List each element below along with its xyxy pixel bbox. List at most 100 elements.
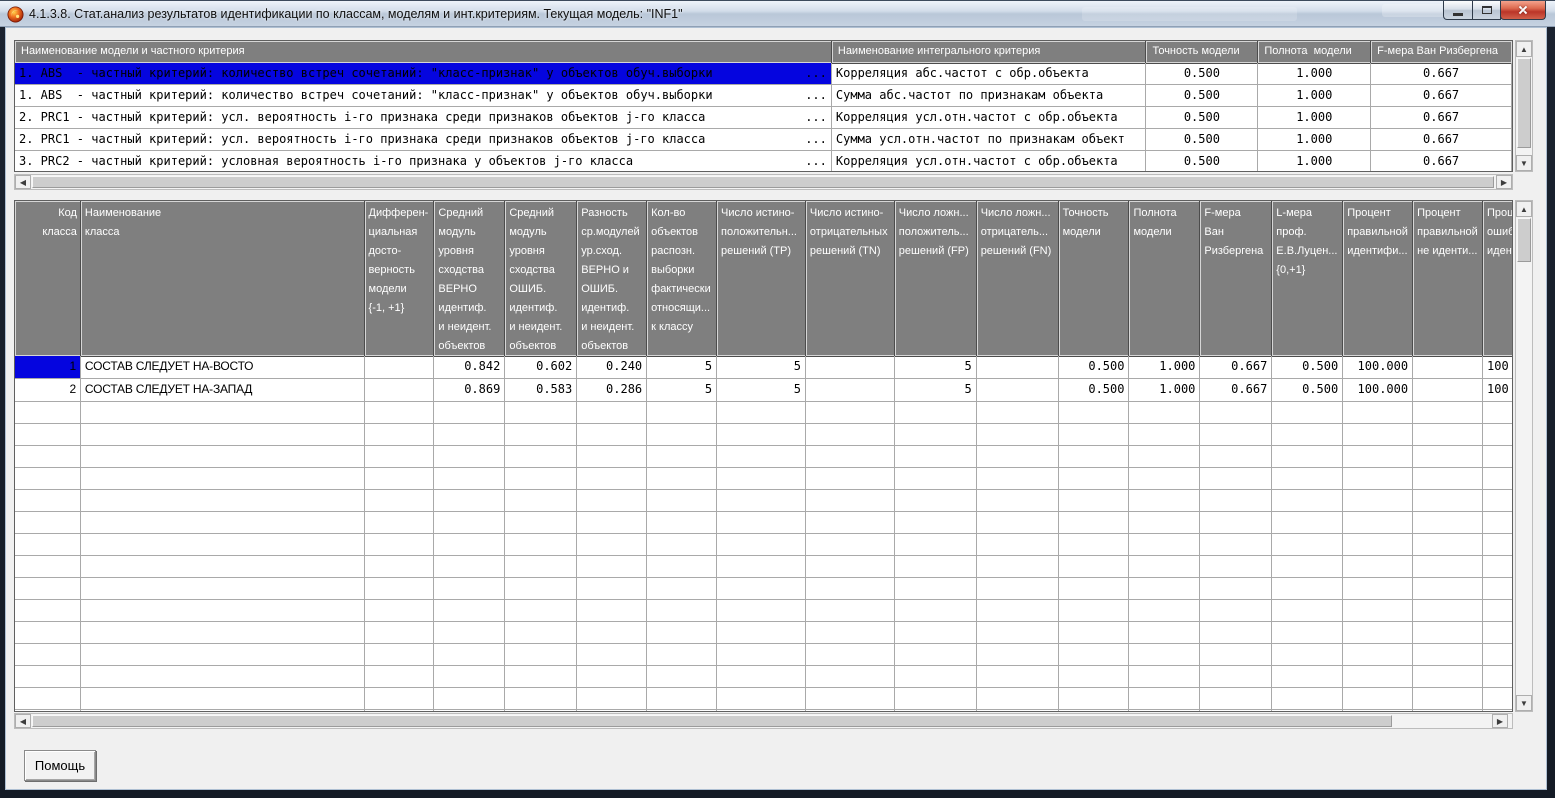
grid-cell[interactable] [977,688,1059,709]
grid-cell[interactable] [1272,424,1343,445]
table-row[interactable] [15,644,1512,666]
grid-cell[interactable] [577,688,647,709]
grid-cell[interactable] [1129,534,1200,555]
grid-cell[interactable] [1272,644,1343,665]
grid-cell[interactable] [647,644,717,665]
table-row[interactable] [15,600,1512,622]
grid-cell[interactable] [1272,512,1343,533]
table-row[interactable] [15,556,1512,578]
grid-cell[interactable] [1129,710,1200,712]
grid-cell[interactable] [977,379,1059,401]
grid-cell[interactable] [1413,710,1483,712]
integral-cell[interactable]: Корреляция усл.отн.частот с обр.объекта [832,107,1147,128]
model-cell[interactable]: 3. PRC2 - частный критерий: условная вер… [15,151,832,172]
grid-cell[interactable] [1483,578,1512,599]
grid-cell[interactable]: 5 [647,356,717,378]
grid-cell[interactable] [1272,468,1343,489]
grid-cell[interactable] [717,556,806,577]
grid-cell[interactable] [1413,468,1483,489]
grid-cell[interactable]: 0.602 [505,356,577,378]
grid-cell[interactable]: 0.667 [1200,379,1272,401]
grid-cell[interactable] [977,512,1059,533]
table-row[interactable] [15,490,1512,512]
grid-cell[interactable] [977,710,1059,712]
grid-cell[interactable] [717,534,806,555]
table-row[interactable] [15,578,1512,600]
grid-cell[interactable] [1059,424,1130,445]
grid-cell[interactable] [1343,490,1413,511]
grid-cell[interactable] [717,600,806,621]
table-row[interactable]: 2. PRC1 - частный критерий: усл. вероятн… [15,129,1512,151]
grid-cell[interactable] [434,644,505,665]
grid-cell[interactable] [505,622,577,643]
grid-cell[interactable] [1343,710,1413,712]
table-row[interactable] [15,402,1512,424]
grid-cell[interactable] [1200,512,1272,533]
grid-cell[interactable] [434,578,505,599]
grid-cell[interactable] [434,534,505,555]
grid-cell[interactable] [1343,578,1413,599]
grid-cell[interactable] [1483,446,1512,467]
grid-cell[interactable]: 0.583 [505,379,577,401]
fmeasure-cell[interactable]: 0.667 [1371,85,1512,106]
class-code-cell[interactable] [15,446,81,467]
grid-cell[interactable] [434,468,505,489]
grid-cell[interactable] [577,556,647,577]
grid-cell[interactable] [1059,710,1130,712]
grid-cell[interactable] [577,710,647,712]
grid-cell[interactable] [1129,622,1200,643]
grid-cell[interactable] [806,379,895,401]
grid-cell[interactable] [977,424,1059,445]
grid-cell[interactable] [1343,402,1413,423]
grid-cell[interactable] [1129,512,1200,533]
grid-cell[interactable] [1200,402,1272,423]
grid-cell[interactable] [434,446,505,467]
fmeasure-cell[interactable]: 0.667 [1371,107,1512,128]
grid-cell[interactable] [1200,622,1272,643]
table-row[interactable]: 1 СОСТАВ СЛЕДУЕТ НА-ВОСТО 0.842 0.602 0.… [15,356,1512,379]
close-button[interactable] [1500,1,1546,20]
grid-cell[interactable] [717,666,806,687]
recall-cell[interactable]: 1.000 [1258,129,1371,150]
grid-cell[interactable] [1483,688,1512,709]
grid-cell[interactable] [365,578,435,599]
recall-cell[interactable]: 1.000 [1258,151,1371,172]
grid-cell[interactable] [505,534,577,555]
grid-cell[interactable] [1059,688,1130,709]
vertical-scrollbar[interactable]: ▲ ▼ [1515,40,1533,172]
grid-cell[interactable] [1129,644,1200,665]
class-name-cell[interactable] [81,644,365,665]
grid-cell[interactable] [806,710,895,712]
grid-cell[interactable] [977,644,1059,665]
grid-cell[interactable] [1343,622,1413,643]
grid-cell[interactable] [977,402,1059,423]
class-name-cell[interactable] [81,512,365,533]
grid-cell[interactable] [1413,356,1483,378]
grid-cell[interactable] [895,688,977,709]
grid-cell[interactable] [505,556,577,577]
horizontal-scrollbar[interactable]: ◀ ▶ [14,713,1513,729]
grid-cell[interactable] [806,446,895,467]
grid-cell[interactable] [1413,379,1483,401]
grid-cell[interactable]: 5 [895,379,977,401]
scroll-up-button[interactable]: ▲ [1516,41,1532,57]
table-row[interactable] [15,688,1512,710]
grid-cell[interactable] [895,578,977,599]
class-name-cell[interactable] [81,446,365,467]
grid-cell[interactable] [1059,446,1130,467]
grid-cell[interactable] [365,356,435,378]
grid-cell[interactable] [717,446,806,467]
grid-cell[interactable] [1200,424,1272,445]
grid-cell[interactable] [1483,710,1512,712]
grid-cell[interactable] [717,490,806,511]
grid-cell[interactable] [505,424,577,445]
grid-cell[interactable] [647,622,717,643]
grid-cell[interactable] [1483,424,1512,445]
grid-cell[interactable] [717,622,806,643]
class-name-cell[interactable] [81,424,365,445]
grid-cell[interactable] [1272,534,1343,555]
grid-cell[interactable] [647,446,717,467]
table-row[interactable]: 1. ABS - частный критерий: количество вс… [15,63,1512,85]
grid-cell[interactable]: 5 [717,356,806,378]
grid-cell[interactable] [1483,556,1512,577]
